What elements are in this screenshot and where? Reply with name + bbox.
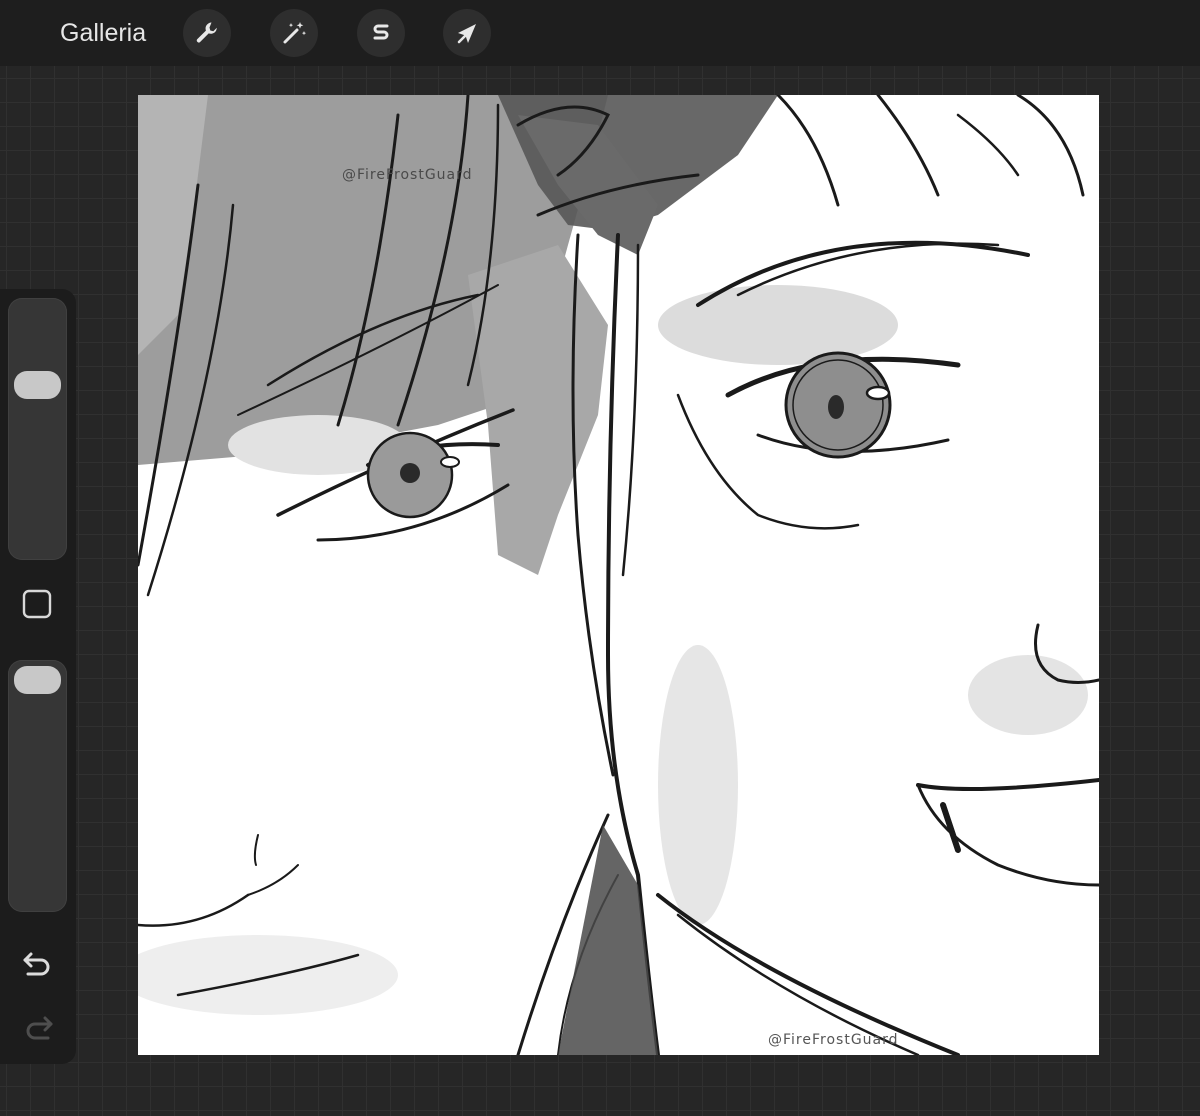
- selection-s-icon: [367, 19, 395, 47]
- redo-button[interactable]: [20, 1009, 56, 1045]
- transform-button[interactable]: [443, 9, 491, 57]
- actions-button[interactable]: [183, 9, 231, 57]
- drawing-canvas[interactable]: @FireFrostGuard @FireFrostGuard: [138, 95, 1099, 1055]
- redo-icon: [20, 1009, 56, 1045]
- sketch-artwork: [138, 95, 1099, 1055]
- undo-button[interactable]: [20, 945, 56, 981]
- opacity-slider[interactable]: [8, 660, 67, 912]
- brush-size-thumb[interactable]: [14, 370, 61, 399]
- watermark-bottom: @FireFrostGuard: [768, 1032, 899, 1048]
- procreate-app: Galleria @FireFrostGuard @FireFrostGuard: [0, 0, 1200, 1116]
- watermark-top: @FireFrostGuard: [342, 167, 473, 183]
- square-modify-icon: [21, 588, 53, 620]
- arrow-cursor-icon: [453, 19, 481, 47]
- magic-wand-icon: [280, 19, 308, 47]
- gallery-button[interactable]: Galleria: [60, 17, 146, 49]
- modify-button[interactable]: [21, 588, 53, 620]
- top-toolbar: Galleria: [0, 0, 1200, 66]
- wrench-icon: [193, 19, 221, 47]
- selection-button[interactable]: [357, 9, 405, 57]
- adjustments-button[interactable]: [270, 9, 318, 57]
- undo-icon: [20, 945, 56, 981]
- opacity-thumb[interactable]: [14, 666, 61, 694]
- side-toolbar: [0, 289, 76, 1064]
- brush-size-slider[interactable]: [8, 298, 67, 560]
